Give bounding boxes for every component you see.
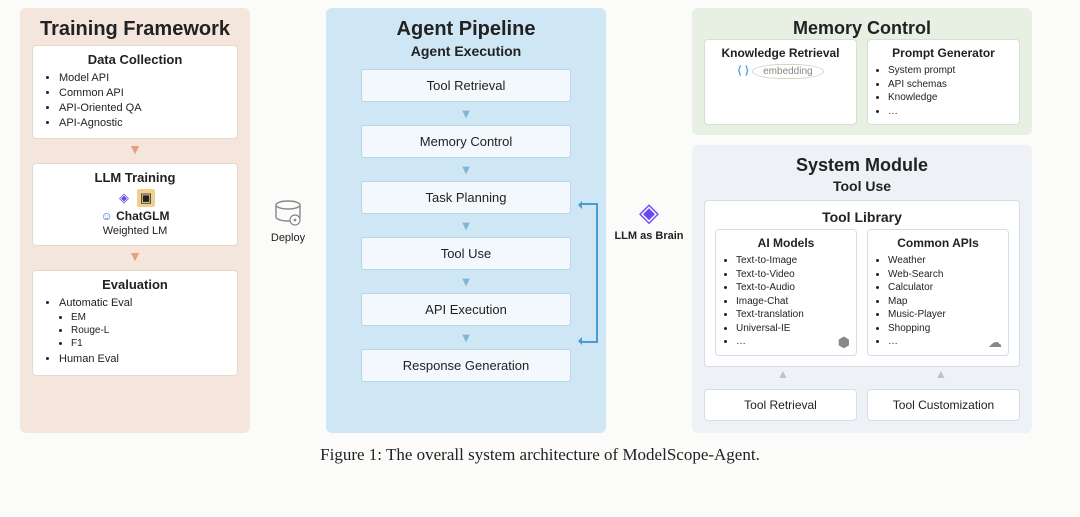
up-arrow-icon: ▲ xyxy=(704,367,862,381)
ai-models-heading: AI Models xyxy=(724,236,848,250)
list-item: Automatic Eval xyxy=(59,296,227,311)
list-item: Human Eval xyxy=(59,352,227,367)
pipeline-step: Tool Use xyxy=(361,237,571,270)
architecture-diagram: Training Framework Data Collection Model… xyxy=(20,8,1060,433)
list-item: Weather xyxy=(888,254,1000,268)
list-item: Rouge-L xyxy=(71,324,227,337)
evaluation-heading: Evaluation xyxy=(43,277,227,292)
cube-solid-icon: ⬢ xyxy=(838,334,850,351)
brain-label: LLM as Brain xyxy=(614,230,683,243)
list-item: Model API xyxy=(59,71,227,86)
list-item: Knowledge xyxy=(888,91,1011,105)
system-module-panel: System Module Tool Use Tool Library AI M… xyxy=(692,145,1032,433)
down-arrow-icon: ▼ xyxy=(460,218,473,233)
tool-library-heading: Tool Library xyxy=(715,209,1009,225)
chatglm-row: ☺ ChatGLM xyxy=(43,209,227,223)
llm-training-block: LLM Training ◈ ▣ ☺ ChatGLM Weighted LM xyxy=(32,163,238,246)
tool-customization-box: Tool Customization xyxy=(867,389,1020,421)
down-arrow-icon: ▼ xyxy=(460,162,473,177)
list-item: Text-to-Image xyxy=(736,254,848,268)
common-apis-box: Common APIs Weather Web-Search Calculato… xyxy=(867,229,1009,356)
up-arrow-icon: ▲ xyxy=(862,367,1020,381)
weighted-lm-label: Weighted LM xyxy=(43,225,227,237)
llm-training-heading: LLM Training xyxy=(43,170,227,185)
list-item: Common API xyxy=(59,86,227,101)
right-column: Memory Control Knowledge Retrieval ⟨ ⟩ e… xyxy=(692,8,1032,433)
brackets-icon: ⟨ ⟩ xyxy=(737,65,749,77)
training-title: Training Framework xyxy=(40,18,230,41)
list-item: API schemas xyxy=(888,78,1011,92)
data-collection-heading: Data Collection xyxy=(43,52,227,67)
pipeline-step: Task Planning xyxy=(361,181,571,214)
memory-control-panel: Memory Control Knowledge Retrieval ⟨ ⟩ e… xyxy=(692,8,1032,135)
system-subtitle: Tool Use xyxy=(833,178,891,194)
data-collection-block: Data Collection Model API Common API API… xyxy=(32,45,238,139)
pipeline-step: Tool Retrieval xyxy=(361,69,571,102)
knowledge-heading: Knowledge Retrieval xyxy=(713,46,848,60)
deploy-label: Deploy xyxy=(271,232,305,244)
common-apis-heading: Common APIs xyxy=(876,236,1000,250)
evaluation-list2: Human Eval xyxy=(59,352,227,367)
list-item: Calculator xyxy=(888,281,1000,295)
list-item: EM xyxy=(71,311,227,324)
list-item: API-Agnostic xyxy=(59,116,227,131)
prompt-heading: Prompt Generator xyxy=(876,46,1011,60)
bot-icon: ☺ xyxy=(101,209,113,223)
training-framework-panel: Training Framework Data Collection Model… xyxy=(20,8,250,433)
list-item: API-Oriented QA xyxy=(59,101,227,116)
down-arrow-icon: ▼ xyxy=(128,248,142,264)
down-arrow-icon: ▼ xyxy=(460,274,473,289)
database-gear-icon xyxy=(271,196,305,230)
list-item: System prompt xyxy=(888,64,1011,78)
list-item: Shopping xyxy=(888,322,1000,336)
down-arrow-icon: ▼ xyxy=(460,106,473,121)
knowledge-retrieval-box: Knowledge Retrieval ⟨ ⟩ embedding xyxy=(704,39,857,125)
llm-brain-connector: ◈ LLM as Brain xyxy=(614,8,684,433)
embedding-label: embedding xyxy=(752,64,823,79)
list-item: Text-to-Video xyxy=(736,268,848,282)
list-item: F1 xyxy=(71,337,227,350)
cube-icon: ◈ xyxy=(115,189,133,207)
ai-models-box: AI Models Text-to-Image Text-to-Video Te… xyxy=(715,229,857,356)
cloud-api-icon: ☁ xyxy=(988,334,1002,351)
down-arrow-icon: ▼ xyxy=(460,330,473,345)
tool-library-block: Tool Library AI Models Text-to-Image Tex… xyxy=(704,200,1020,367)
evaluation-sublist: EM Rouge-L F1 xyxy=(71,311,227,350)
list-item: Map xyxy=(888,295,1000,309)
list-item: … xyxy=(736,335,848,349)
data-collection-list: Model API Common API API-Oriented QA API… xyxy=(59,71,227,130)
list-item: Image-Chat xyxy=(736,295,848,309)
list-item: Music-Player xyxy=(888,308,1000,322)
deploy-connector: Deploy xyxy=(258,8,318,433)
prompt-generator-box: Prompt Generator System prompt API schem… xyxy=(867,39,1020,125)
system-title: System Module xyxy=(796,155,928,176)
pipeline-step: Memory Control xyxy=(361,125,571,158)
list-item: … xyxy=(888,105,1011,119)
list-item: … xyxy=(888,335,1000,349)
image-icon: ▣ xyxy=(137,189,155,207)
list-item: Universal-IE xyxy=(736,322,848,336)
chatglm-label: ChatGLM xyxy=(116,209,169,223)
brain-cube-icon: ◈ xyxy=(639,197,659,228)
loop-arrow-icon xyxy=(580,203,598,343)
list-item: Web-Search xyxy=(888,268,1000,282)
tool-retrieval-box: Tool Retrieval xyxy=(704,389,857,421)
pipeline-step: Response Generation xyxy=(361,349,571,382)
pipeline-step: API Execution xyxy=(361,293,571,326)
memory-title: Memory Control xyxy=(793,18,931,39)
evaluation-block: Evaluation Automatic Eval EM Rouge-L F1 … xyxy=(32,270,238,376)
figure-caption: Figure 1: The overall system architectur… xyxy=(20,445,1060,465)
list-item: Text-to-Audio xyxy=(736,281,848,295)
agent-pipeline-panel: Agent Pipeline Agent Execution Tool Retr… xyxy=(326,8,606,433)
down-arrow-icon: ▼ xyxy=(128,141,142,157)
pipeline-subtitle: Agent Execution xyxy=(411,43,521,59)
list-item: Text-translation xyxy=(736,308,848,322)
pipeline-title: Agent Pipeline xyxy=(397,18,536,41)
evaluation-list: Automatic Eval xyxy=(59,296,227,311)
training-icons: ◈ ▣ xyxy=(43,189,227,207)
